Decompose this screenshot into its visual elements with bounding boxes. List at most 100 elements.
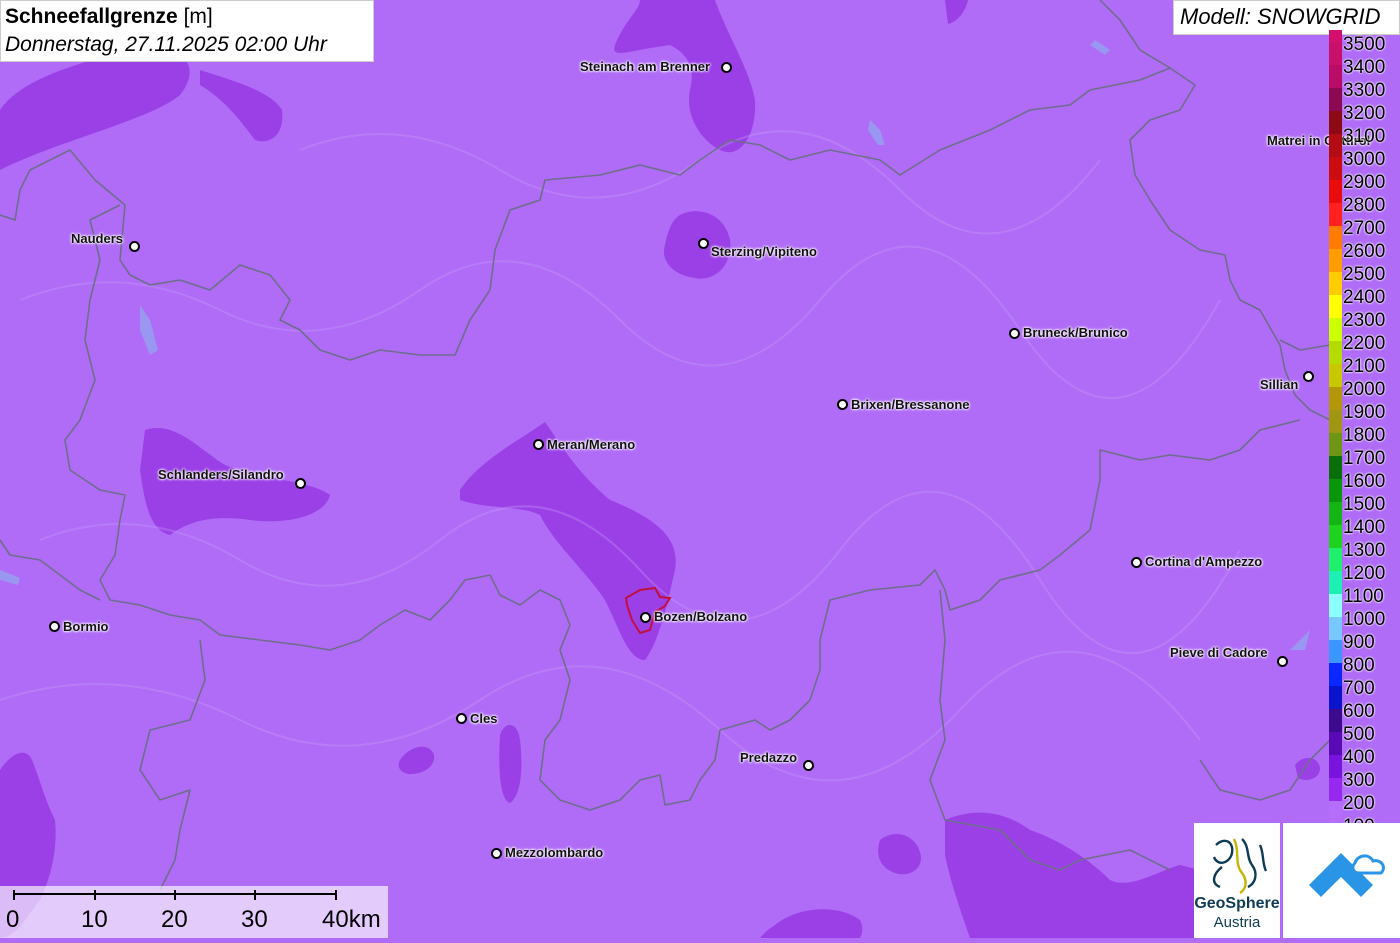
legend-label: 600 [1343, 701, 1375, 722]
legend-label: 2900 [1343, 172, 1386, 193]
place-marker-icon[interactable] [721, 62, 732, 73]
place-label: Predazzo [740, 750, 798, 765]
place-label: Bozen/Bolzano [654, 609, 748, 624]
legend-swatch [1329, 594, 1342, 617]
legend-swatch [1329, 732, 1342, 755]
cloud-arrow-logo-icon [1309, 853, 1385, 897]
legend-swatch [1329, 30, 1342, 42]
legend-label: 3400 [1343, 57, 1386, 78]
legend-swatch [1329, 686, 1342, 709]
map-datetime: Donnerstag, 27.11.2025 02:00 Uhr [5, 33, 327, 56]
geosphere-emblem-icon [1212, 838, 1268, 894]
place-marker-icon[interactable] [803, 760, 814, 771]
legend-swatch [1329, 249, 1342, 272]
legend-label: 2100 [1343, 356, 1386, 377]
legend-swatch [1329, 387, 1342, 410]
legend-label: 1700 [1343, 448, 1386, 469]
title-unit: [m] [183, 5, 213, 28]
legend-label: 1600 [1343, 471, 1386, 492]
legend-swatch [1329, 663, 1342, 686]
legend-label: 3200 [1343, 103, 1386, 124]
place-marker-icon[interactable] [640, 612, 651, 623]
legend-swatch [1329, 433, 1342, 456]
place-label: Bormio [63, 619, 109, 634]
legend-label: 500 [1343, 724, 1375, 745]
legend-label: 700 [1343, 678, 1375, 699]
legend-swatch [1329, 88, 1342, 111]
legend-label: 3300 [1343, 80, 1386, 101]
place-marker-icon[interactable] [1277, 656, 1288, 667]
legend-swatch [1329, 226, 1342, 249]
geosphere-logo-text: GeoSphere [1194, 895, 1280, 912]
legend-label: 3100 [1343, 126, 1386, 147]
place-marker-icon[interactable] [1131, 557, 1142, 568]
place-marker-icon[interactable] [698, 238, 709, 249]
legend-label: 200 [1343, 793, 1375, 814]
legend-swatch [1329, 157, 1342, 180]
legend-swatch [1329, 65, 1342, 88]
legend-swatch [1329, 640, 1342, 663]
weather-app-logo[interactable] [1283, 823, 1400, 938]
place-marker-icon[interactable] [533, 439, 544, 450]
legend-label: 2300 [1343, 310, 1386, 331]
place-marker-icon[interactable] [49, 621, 60, 632]
place-label: Sterzing/Vipiteno [711, 244, 817, 259]
legend-swatch [1329, 778, 1342, 801]
legend-swatch [1329, 525, 1342, 548]
legend-swatch [1329, 410, 1342, 433]
legend-swatch [1329, 180, 1342, 203]
legend-swatch [1329, 755, 1342, 778]
place-label: Steinach am Brenner [580, 59, 711, 74]
legend-swatch [1329, 272, 1342, 295]
legend-swatch [1329, 548, 1342, 571]
legend-label: 400 [1343, 747, 1375, 768]
place-label: Sillian [1260, 377, 1299, 392]
place-label: Bruneck/Brunico [1023, 325, 1128, 340]
legend-swatch [1329, 502, 1342, 525]
legend-label: 2400 [1343, 287, 1386, 308]
legend-label: 1300 [1343, 540, 1386, 561]
legend-swatch [1329, 479, 1342, 502]
legend-swatch [1329, 617, 1342, 640]
scale-label-20: 20 [161, 906, 188, 933]
place-label: Nauders [71, 231, 124, 246]
legend-swatch [1329, 801, 1342, 824]
legend-label: 1400 [1343, 517, 1386, 538]
legend-label: 1100 [1343, 586, 1384, 607]
place-label: Cles [470, 711, 498, 726]
scale-label-0: 0 [6, 906, 20, 933]
legend-label: 2600 [1343, 241, 1386, 262]
legend-swatch [1329, 134, 1342, 157]
scale-label-40km: 40km [322, 906, 381, 933]
place-label: Cortina d'Ampezzo [1145, 554, 1263, 569]
legend-label: 3500 [1343, 34, 1386, 55]
color-legend: 3500 3400 3300 3200 3100 3000 2900 2800 2700 2600… [1329, 30, 1400, 837]
place-marker-icon[interactable] [456, 713, 467, 724]
legend-label: 2800 [1343, 195, 1386, 216]
legend-label: 2500 [1343, 264, 1386, 285]
legend-label: 1000 [1343, 609, 1386, 630]
place-marker-icon[interactable] [837, 399, 848, 410]
place-marker-icon[interactable] [1303, 371, 1314, 382]
scale-label-30: 30 [241, 906, 268, 933]
map-title: Schneefallgrenze [m] [5, 3, 369, 31]
place-label: Pieve di Cadore [1170, 645, 1268, 660]
place-marker-icon[interactable] [129, 241, 140, 252]
legend-swatch [1329, 364, 1342, 387]
legend-swatch [1329, 456, 1342, 479]
place-marker-icon[interactable] [295, 478, 306, 489]
place-marker-icon[interactable] [1009, 328, 1020, 339]
legend-label: 3000 [1343, 149, 1386, 170]
legend-label: 1900 [1343, 402, 1386, 423]
legend-label: 1200 [1343, 563, 1386, 584]
legend-label: 2700 [1343, 218, 1386, 239]
legend-label: 300 [1343, 770, 1375, 791]
map-title-box: Schneefallgrenze [m] Donnerstag, 27.11.2… [0, 0, 374, 62]
legend-label: 2000 [1343, 379, 1386, 400]
geosphere-logo[interactable]: GeoSphere Austria [1194, 823, 1280, 938]
place-marker-icon[interactable] [491, 848, 502, 859]
scale-bar: 0 10 20 30 40km [0, 886, 388, 938]
legend-label: 900 [1343, 632, 1375, 653]
legend-label: 1500 [1343, 494, 1386, 515]
legend-swatch [1329, 709, 1342, 732]
